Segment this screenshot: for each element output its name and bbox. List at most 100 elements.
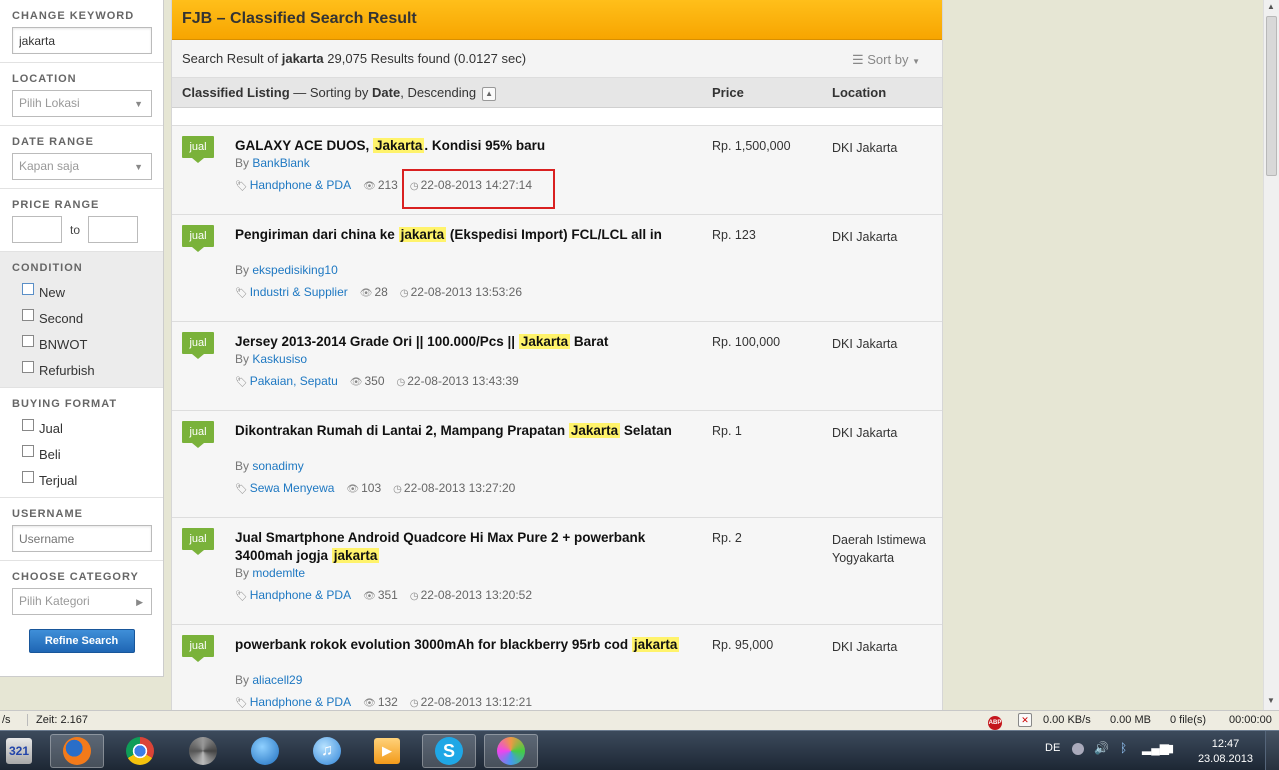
list-header-title: Classified Listing — Sorting by Date, De…	[182, 85, 497, 101]
condition-refurbish-checkbox[interactable]: Refurbish	[12, 357, 151, 383]
category-link[interactable]: 🏷 Sewa Menyewa	[235, 481, 334, 495]
listing-title-link[interactable]: GALAXY ACE DUOS, Jakarta. Kondisi 95% ba…	[235, 137, 685, 155]
scroll-down-icon[interactable]: ▼	[1267, 696, 1275, 705]
listing-meta: 🏷 Industri & Supplier 👁 28 ◷ 22-08-2013 13:53…	[235, 285, 522, 299]
volume-icon[interactable]: 🔊	[1094, 741, 1109, 755]
network-globe-icon[interactable]	[1072, 743, 1084, 755]
condition-second-checkbox[interactable]: Second	[12, 305, 151, 331]
chrome-icon[interactable]	[113, 734, 167, 768]
price-min-input[interactable]	[12, 216, 62, 243]
username-title: USERNAME	[12, 508, 83, 520]
checkbox-icon	[22, 283, 34, 295]
aperture-icon[interactable]	[176, 734, 230, 768]
clock-icon: ◷	[409, 698, 419, 709]
by-label: By	[235, 156, 250, 170]
listing-row[interactable]: jual Pengiriman dari china ke jakarta (Ek…	[172, 215, 942, 322]
category-select[interactable]: Pilih Kategori ▶	[12, 588, 152, 615]
category-link[interactable]: 🏷 Handphone & PDA	[235, 695, 351, 709]
keyword-input[interactable]	[12, 27, 152, 54]
condition-new-checkbox[interactable]: New	[12, 279, 151, 305]
category-link[interactable]: 🏷 Industri & Supplier	[235, 285, 348, 299]
firefox-icon[interactable]	[50, 734, 104, 768]
category-link[interactable]: 🏷 Handphone & PDA	[235, 178, 351, 192]
video-player-icon[interactable]: ▶	[360, 734, 414, 768]
price-max-input[interactable]	[88, 216, 139, 243]
username-input[interactable]	[12, 525, 152, 552]
views-count: 👁 213	[363, 178, 398, 192]
block-icon[interactable]: ✕	[1018, 713, 1032, 727]
condition-bnwot-checkbox[interactable]: BNWOT	[12, 331, 151, 357]
seller-link[interactable]: aliacell29	[252, 673, 302, 687]
dolphin-icon[interactable]	[238, 734, 292, 768]
title-highlight: Jakarta	[373, 138, 425, 153]
seller-link[interactable]: BankBlank	[252, 156, 309, 170]
bluetooth-icon[interactable]: ᛒ	[1120, 741, 1127, 755]
category-label: Pakaian, Sepatu	[249, 374, 338, 388]
category-link[interactable]: 🏷 Pakaian, Sepatu	[235, 374, 338, 388]
clock-icon: ◷	[399, 288, 409, 299]
listing-price: Rp. 2	[712, 531, 742, 545]
listing-row[interactable]: jual Jersey 2013-2014 Grade Ori || 100.00…	[172, 322, 942, 411]
listing-row[interactable]: jual Dikontrakan Rumah di Lantai 2, Mampa…	[172, 411, 942, 518]
listing-price: Rp. 1,500,000	[712, 139, 791, 153]
checkbox-icon	[22, 445, 34, 457]
by-label: By	[235, 352, 250, 366]
seller-link[interactable]: ekspedisiking10	[252, 263, 337, 277]
location-select[interactable]: Pilih Lokasi ▼	[12, 90, 152, 117]
title-highlight: jakarta	[331, 548, 380, 563]
views-label: 28	[374, 285, 388, 299]
seller-link[interactable]: modemlte	[252, 566, 305, 580]
eye-icon: 👁	[363, 591, 376, 602]
signal-icon[interactable]: ▂▄▆	[1142, 741, 1169, 755]
seller-link[interactable]: sonadimy	[252, 459, 303, 473]
show-desktop-button[interactable]	[1265, 731, 1279, 770]
buying-jual-checkbox[interactable]: Jual	[12, 415, 151, 441]
listing-title-link[interactable]: Jual Smartphone Android Quadcore Hi Max …	[235, 529, 685, 565]
date-select[interactable]: Kapan saja ▼	[12, 153, 152, 180]
media-player-321-icon[interactable]: 321	[2, 734, 36, 768]
language-indicator[interactable]: DE	[1045, 742, 1060, 754]
battery-icon[interactable]: ▮	[1168, 742, 1174, 755]
checkbox-icon	[22, 471, 34, 483]
itunes-icon[interactable]: ♫	[300, 734, 354, 768]
scrollbar-thumb[interactable]	[1266, 16, 1277, 176]
buying-terjual-checkbox[interactable]: Terjual	[12, 467, 151, 493]
category-link[interactable]: 🏷 Handphone & PDA	[235, 588, 351, 602]
status-rate: /s	[2, 714, 11, 726]
summary-count: 29,075 Results found (0.0127 sec)	[327, 51, 527, 66]
refine-search-button[interactable]: Refine Search	[28, 629, 135, 653]
paint-icon[interactable]	[484, 734, 538, 768]
sort-field: Date	[372, 85, 401, 100]
chevron-down-icon: ▼	[134, 99, 143, 109]
category-select-value: Pilih Kategori	[19, 594, 90, 608]
listing-row[interactable]: jual powerbank rokok evolution 3000mAh fo…	[172, 625, 942, 710]
listing-meta: 🏷 Handphone & PDA 👁 132 ◷ 22-08-2013 13:12:21	[235, 695, 532, 709]
buying-beli-checkbox[interactable]: Beli	[12, 441, 151, 467]
system-clock[interactable]: 12:47 23.08.2013	[1198, 737, 1253, 767]
results-panel: FJB – Classified Search Result Search Re…	[171, 0, 943, 710]
listing-row[interactable]: jual GALAXY ACE DUOS, Jakarta. Kondisi 95…	[172, 126, 942, 215]
sort-toggle-icon[interactable]: ▲	[482, 87, 497, 101]
listing-title-link[interactable]: Jersey 2013-2014 Grade Ori || 100.000/Pc…	[235, 333, 685, 351]
seller-link[interactable]: Kaskusiso	[252, 352, 307, 366]
vertical-scrollbar[interactable]: ▲ ▼	[1263, 0, 1279, 710]
listing-title-link[interactable]: Dikontrakan Rumah di Lantai 2, Mampang P…	[235, 422, 685, 440]
listing-title-link[interactable]: Pengiriman dari china ke jakarta (Eksped…	[235, 226, 685, 244]
listing-title-link[interactable]: powerbank rokok evolution 3000mAh for bl…	[235, 636, 685, 654]
category-section: CHOOSE CATEGORY Pilih Kategori ▶ Refine S…	[0, 561, 163, 661]
condition-section: CONDITION New Second BNWOT Refurbish	[0, 252, 163, 388]
sort-by-button[interactable]: ☰ Sort by ▼	[852, 52, 920, 68]
checkbox-icon	[22, 361, 34, 373]
category-title: CHOOSE CATEGORY	[12, 571, 139, 583]
scroll-up-icon[interactable]: ▲	[1267, 2, 1275, 11]
price-to-label: to	[70, 222, 81, 237]
location-select-value: Pilih Lokasi	[19, 96, 80, 110]
title-text: powerbank rokok evolution 3000mAh for bl…	[235, 637, 632, 652]
listing-row[interactable]: jual Jual Smartphone Android Quadcore Hi …	[172, 518, 942, 625]
views-label: 132	[377, 695, 398, 709]
checkbox-label: Refurbish	[39, 362, 95, 378]
price-title: PRICE RANGE	[12, 199, 100, 211]
jual-badge: jual	[182, 332, 214, 359]
listing-seller: By Kaskusiso	[235, 352, 307, 366]
skype-icon[interactable]: S	[422, 734, 476, 768]
